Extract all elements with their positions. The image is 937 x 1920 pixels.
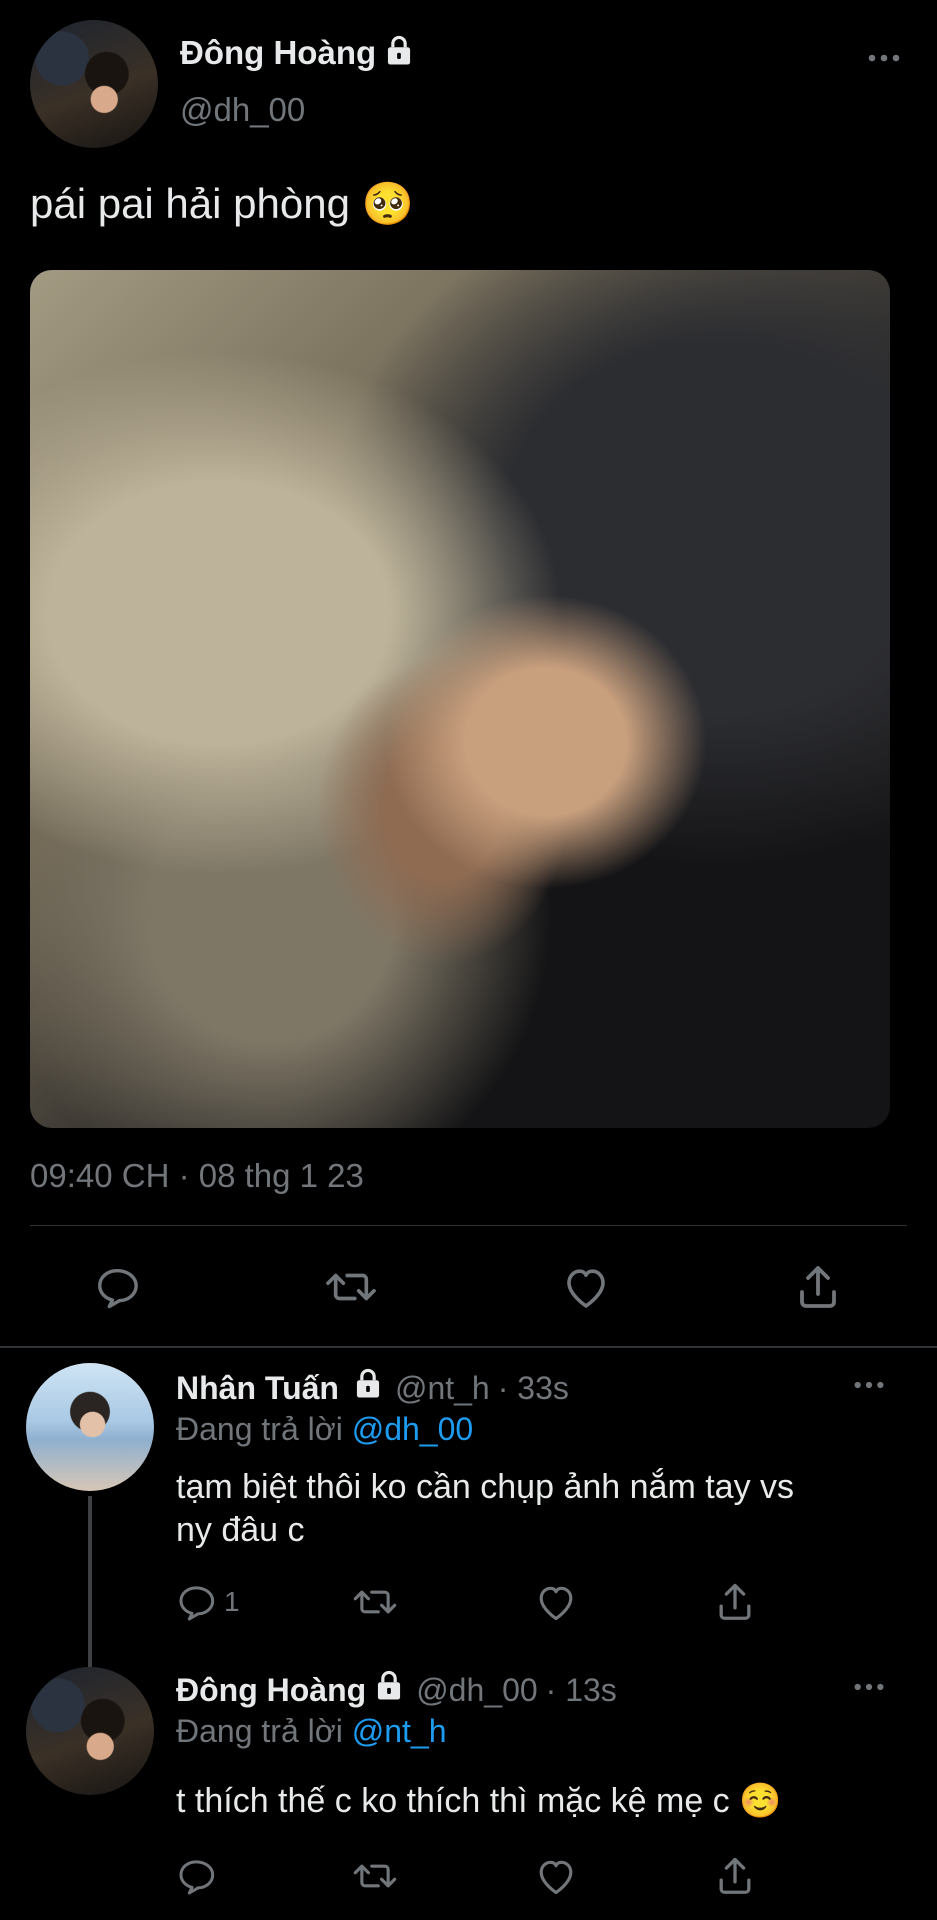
reply-text-line: ny đâu c — [176, 1511, 305, 1549]
avatar[interactable] — [26, 1363, 154, 1491]
reply-text: t thích thế c ko thích thì mặc kệ mẹ c ☺… — [176, 1782, 782, 1820]
replying-to-handle[interactable]: @nt_h — [352, 1713, 447, 1749]
avatar[interactable] — [30, 20, 158, 148]
share-icon[interactable] — [716, 1580, 754, 1622]
author-handle[interactable]: @dh_00 — [416, 1672, 537, 1709]
like-icon[interactable] — [535, 1856, 577, 1896]
reply-count: 1 — [224, 1586, 240, 1617]
thread-line — [88, 1496, 92, 1668]
more-icon[interactable] — [866, 52, 902, 64]
reply-icon[interactable]: 1 — [176, 1582, 240, 1622]
lock-icon — [384, 35, 414, 72]
reply-icon[interactable] — [176, 1856, 216, 1896]
reply-icon[interactable] — [94, 1264, 140, 1310]
replying-to-label: Đang trả lời — [176, 1713, 343, 1749]
section-divider — [0, 1346, 937, 1348]
more-icon[interactable] — [852, 1681, 886, 1693]
author-name[interactable]: Nhân Tuấn — [176, 1370, 339, 1407]
replying-to-label: Đang trả lời — [176, 1411, 343, 1447]
divider — [30, 1225, 907, 1226]
retweet-icon[interactable] — [324, 1264, 378, 1310]
replying-to-handle[interactable]: @dh_00 — [352, 1411, 473, 1447]
like-icon[interactable] — [562, 1264, 610, 1310]
lock-icon — [374, 1670, 404, 1710]
share-icon[interactable] — [796, 1262, 840, 1310]
tweet-photo[interactable] — [30, 270, 890, 1128]
author-name[interactable]: Đông Hoàng — [180, 34, 376, 72]
author-handle[interactable]: @nt_h — [395, 1370, 490, 1407]
tweet-timestamp[interactable]: 09:40 CH · 08 thg 1 23 — [30, 1157, 364, 1195]
reply-time[interactable]: · 33s — [498, 1370, 569, 1407]
author-handle[interactable]: @dh_00 — [180, 91, 305, 129]
more-icon[interactable] — [852, 1379, 886, 1391]
like-icon[interactable] — [535, 1582, 577, 1622]
retweet-icon[interactable] — [352, 1856, 398, 1896]
retweet-icon[interactable] — [352, 1582, 398, 1622]
tweet-text: pái pai hải phòng 🥺 — [30, 180, 414, 227]
reply-time[interactable]: · 13s — [546, 1672, 617, 1709]
lock-icon — [353, 1368, 383, 1408]
avatar[interactable] — [26, 1667, 154, 1795]
reply-text-line: tạm biệt thôi ko cần chụp ảnh nắm tay vs — [176, 1468, 795, 1506]
author-name[interactable]: Đông Hoàng — [176, 1672, 366, 1709]
share-icon[interactable] — [716, 1854, 754, 1896]
